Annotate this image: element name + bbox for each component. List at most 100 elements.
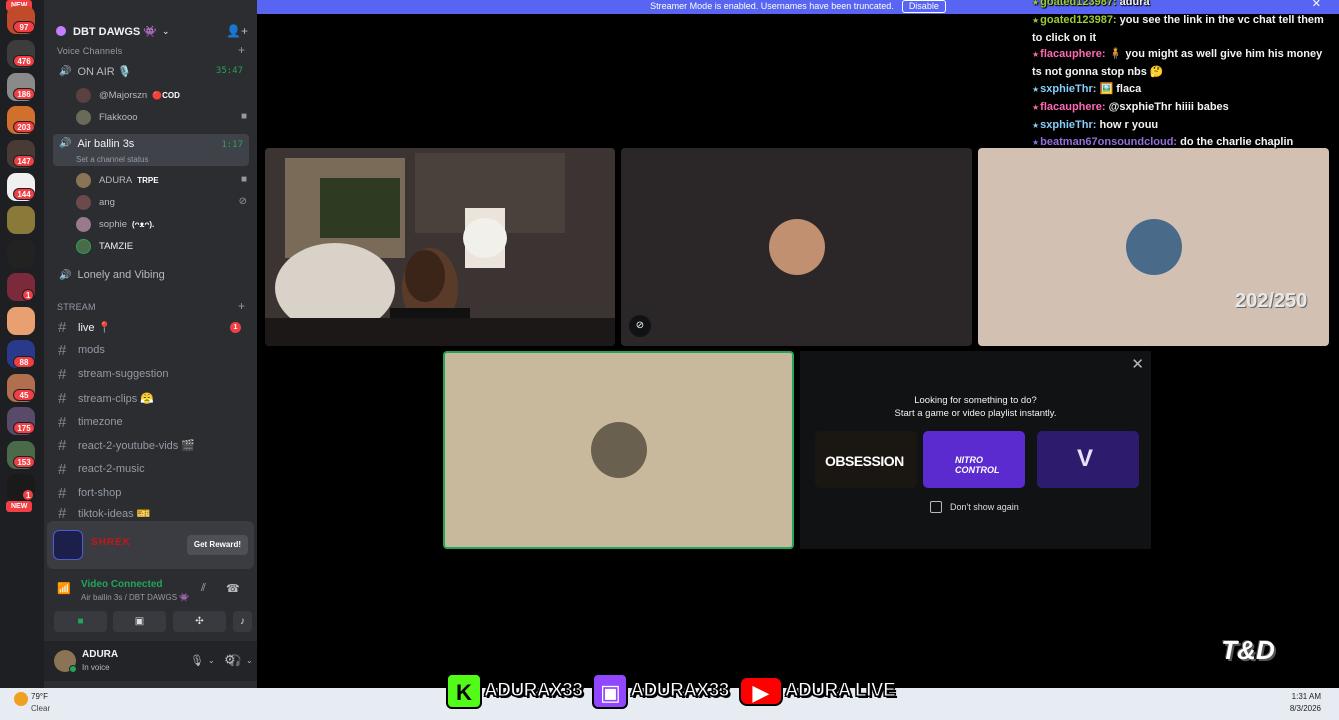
video-tile-user[interactable] bbox=[978, 148, 1329, 346]
video-tile-speaking[interactable] bbox=[443, 351, 794, 549]
server-header[interactable]: DBT DAWGS 👾 ⌄ 👤+ bbox=[44, 15, 257, 47]
text-channel-label: fort-shop bbox=[78, 487, 122, 499]
voice-user[interactable]: sophie (ᴖᴥᴖ). bbox=[76, 214, 154, 234]
text-channel[interactable]: # stream-clips 😤 bbox=[53, 387, 249, 409]
add-channel-icon[interactable]: + bbox=[238, 299, 245, 313]
noise-suppression-icon[interactable]: ⫽ bbox=[201, 582, 206, 595]
text-channel-live[interactable]: # live 📍 1 bbox=[53, 316, 249, 338]
speaker-icon: 🔊 bbox=[59, 138, 72, 149]
server-icon[interactable] bbox=[7, 206, 35, 234]
unread-badge: 1 bbox=[22, 489, 35, 501]
username[interactable]: ADURA bbox=[82, 649, 118, 660]
activity-card-obsession[interactable]: OBSESSION bbox=[815, 431, 917, 488]
social-handle-text: ADURAX33 bbox=[630, 680, 730, 702]
webcam-feed-image bbox=[265, 148, 615, 346]
dont-show-again-checkbox[interactable] bbox=[930, 501, 942, 513]
activity-card-nitro-control[interactable]: NITRO CONTROL bbox=[923, 431, 1025, 488]
soundboard-button[interactable]: ♪ bbox=[233, 611, 252, 632]
disconnect-icon[interactable]: ☎ bbox=[226, 582, 240, 595]
clock-date[interactable]: 8/3/2026 bbox=[1290, 704, 1321, 713]
social-handle-text: ADURAX33 bbox=[483, 680, 583, 702]
chat-message: ★goated123987: adura bbox=[1032, 0, 1332, 12]
chat-badge-icon: ★ bbox=[1032, 84, 1040, 94]
video-tile-camera[interactable] bbox=[265, 148, 615, 346]
new-tag: NEW bbox=[6, 501, 33, 512]
voice-channel-label: ON AIR 🎙️ bbox=[77, 65, 132, 78]
weather-temp[interactable]: 79°F bbox=[31, 692, 48, 701]
server-icon[interactable] bbox=[7, 307, 35, 335]
weather-condition[interactable]: Clear bbox=[31, 704, 50, 713]
voice-user[interactable]: Flakkooo bbox=[76, 107, 138, 127]
voice-user[interactable]: ang bbox=[76, 192, 115, 212]
voice-user-name: @Majorszn bbox=[99, 89, 148, 101]
kick-icon: K bbox=[446, 673, 482, 709]
voice-connected-status[interactable]: Video Connected bbox=[81, 579, 163, 590]
text-channel[interactable]: # react-2-music bbox=[53, 458, 249, 480]
add-channel-icon[interactable]: + bbox=[238, 43, 245, 57]
hash-icon: # bbox=[58, 389, 67, 407]
get-reward-button[interactable]: Get Reward! bbox=[186, 535, 248, 555]
text-channel[interactable]: # fort-shop bbox=[53, 482, 249, 504]
dont-show-again-label[interactable]: Don't show again bbox=[950, 502, 1019, 512]
voice-timer: 35:47 bbox=[215, 66, 243, 76]
chat-message: ★flacauphere: @sxphieThr hiiii babes bbox=[1032, 99, 1332, 117]
avatar bbox=[76, 109, 91, 125]
social-handle-text: ADURA LIVE bbox=[784, 680, 896, 702]
server-icon[interactable] bbox=[7, 240, 35, 268]
text-channel[interactable]: # react-2-youtube-vids 🎬 bbox=[53, 434, 249, 456]
voice-user[interactable]: TAMZIE bbox=[76, 236, 133, 256]
text-channel-label: timezone bbox=[78, 416, 123, 428]
server-badge-icon bbox=[56, 26, 66, 36]
text-channel[interactable]: # tiktok-ideas 🎫 bbox=[53, 505, 249, 521]
text-channel[interactable]: # mods bbox=[53, 339, 249, 361]
chat-message: ★sxphieThr: 🖼️ flaca bbox=[1032, 81, 1332, 99]
clock-time[interactable]: 1:31 AM bbox=[1292, 692, 1321, 701]
avatar bbox=[76, 238, 91, 254]
category-stream[interactable]: STREAM bbox=[57, 302, 96, 312]
chevron-down-icon[interactable]: ⌄ bbox=[246, 656, 253, 665]
video-tile-user[interactable]: ⊘ bbox=[621, 148, 972, 346]
avatar bbox=[1125, 219, 1182, 275]
disable-button[interactable]: Disable bbox=[901, 0, 946, 13]
voice-connected-channel[interactable]: Air ballin 3s / DBT DAWGS 👾 bbox=[81, 593, 189, 602]
voice-user[interactable]: @Majorszn 🔴COD bbox=[76, 85, 180, 105]
close-icon[interactable]: ✕ bbox=[1131, 355, 1144, 373]
activity-card-label: NITRO CONTROL bbox=[955, 455, 1000, 475]
chat-badge-icon: ★ bbox=[1032, 50, 1040, 60]
invite-people-icon[interactable]: 👤+ bbox=[226, 24, 248, 38]
voice-channel-label: Lonely and Vibing bbox=[77, 269, 165, 281]
text-channel-label: react-2-youtube-vids 🎬 bbox=[78, 439, 196, 452]
viewer-counter: 202/250 bbox=[1235, 290, 1308, 312]
avatar bbox=[76, 87, 91, 103]
reward-promo: SHREK Get Reward! bbox=[47, 521, 254, 569]
weather-icon[interactable] bbox=[14, 692, 28, 706]
activity-card-valorant[interactable]: V bbox=[1037, 431, 1139, 488]
nitro-promo-image bbox=[53, 530, 83, 560]
speaker-icon: 🔊 bbox=[59, 269, 72, 281]
activity-card-label: V bbox=[1077, 445, 1094, 472]
unread-badge: 1 bbox=[230, 321, 241, 333]
activities-button[interactable]: ✣ bbox=[173, 611, 226, 632]
text-channel[interactable]: # timezone bbox=[53, 411, 249, 433]
channel-status[interactable]: Set a channel status bbox=[76, 155, 149, 164]
microphone-icon[interactable]: 🎙 bbox=[190, 654, 204, 667]
avatar bbox=[768, 219, 825, 275]
voice-user-name: Flakkooo bbox=[99, 111, 138, 123]
voice-channel-lonely[interactable]: 🔊 Lonely and Vibing bbox=[53, 263, 249, 287]
voice-channel-on-air[interactable]: 🔊 ON AIR 🎙️ 35:47 bbox=[53, 59, 249, 83]
screenshare-button[interactable]: ▣ bbox=[113, 611, 166, 632]
category-voice-channels[interactable]: Voice Channels bbox=[57, 46, 122, 56]
avatar bbox=[76, 216, 91, 232]
hash-icon: # bbox=[58, 318, 67, 336]
chat-text: @sxphieThr hiiii babes bbox=[1108, 100, 1229, 113]
chat-username: sxphieThr: bbox=[1040, 82, 1100, 95]
camera-button[interactable]: ■ bbox=[54, 611, 107, 632]
settings-icon[interactable]: ⚙ bbox=[224, 652, 236, 668]
chevron-down-icon[interactable]: ⌄ bbox=[208, 656, 215, 665]
signal-icon: 📶 bbox=[57, 583, 71, 595]
voice-user[interactable]: ADURA TRPE bbox=[76, 170, 159, 190]
text-channel[interactable]: # stream-suggestion bbox=[53, 363, 249, 385]
text-channel-label: live 📍 bbox=[78, 321, 112, 334]
user-status: In voice bbox=[82, 663, 110, 672]
hash-icon: # bbox=[58, 460, 67, 478]
